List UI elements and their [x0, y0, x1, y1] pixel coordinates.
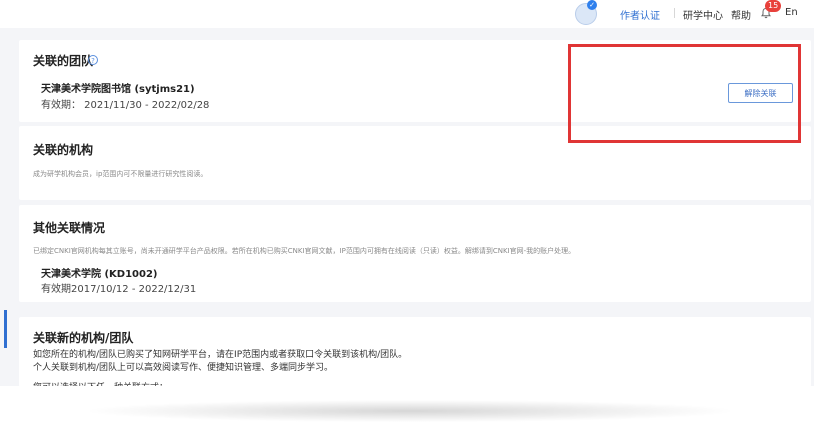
other-org-name: 天津美术学院 (KD1002)	[41, 269, 158, 280]
linked-team-title: 关联的团队	[33, 54, 94, 68]
highlight-box	[568, 44, 801, 143]
page: ✓ 作者认证 研学中心 帮助 15 En 关联的团队 ? 天津美术学院图书馆 (…	[0, 0, 814, 429]
other-validity: 有效期2017/10/12 - 2022/12/31	[41, 284, 197, 295]
other-links-panel: 其他关联情况 已绑定CNKI官网机构每其立账号，尚未开通研学平台产品权限。若所在…	[19, 205, 811, 302]
screenshot-shadow	[90, 400, 730, 422]
new-link-title: 关联新的机构/团队	[33, 331, 134, 345]
language-switch[interactable]: En	[785, 7, 798, 18]
help-icon[interactable]: ?	[88, 55, 98, 65]
top-bar: ✓ 作者认证 研学中心 帮助 15 En	[0, 0, 814, 28]
linked-org-description: 成为研学机构会员，ip范围内可不限量进行研究性阅读。	[33, 170, 208, 178]
other-links-title: 其他关联情况	[33, 221, 106, 235]
team-validity: 有效期： 2021/11/30 - 2022/02/28	[41, 100, 210, 111]
nav-divider	[674, 8, 675, 18]
other-links-description: 已绑定CNKI官网机构每其立账号，尚未开通研学平台产品权限。若所在机构已购买CN…	[33, 247, 576, 255]
team-org-name: 天津美术学院图书馆 (sytjms21)	[41, 84, 195, 95]
linked-org-title: 关联的机构	[33, 143, 94, 157]
new-link-line-1: 如您所在的机构/团队已购买了知网研学平台，请在IP范围内或者获取口令关联到该机构…	[33, 350, 408, 360]
author-cert-link[interactable]: 作者认证	[620, 7, 660, 22]
section-accent-bar	[4, 310, 7, 348]
new-link-panel: 关联新的机构/团队 如您所在的机构/团队已购买了知网研学平台，请在IP范围内或者…	[19, 317, 811, 393]
research-center-link[interactable]: 研学中心	[683, 7, 723, 22]
verified-icon: ✓	[587, 0, 597, 10]
help-link[interactable]: 帮助	[731, 7, 751, 22]
notification-badge: 15	[765, 0, 782, 12]
new-link-line-2: 个人关联到机构/团队上可以高效阅读写作、便捷知识管理、多端同步学习。	[33, 363, 334, 373]
